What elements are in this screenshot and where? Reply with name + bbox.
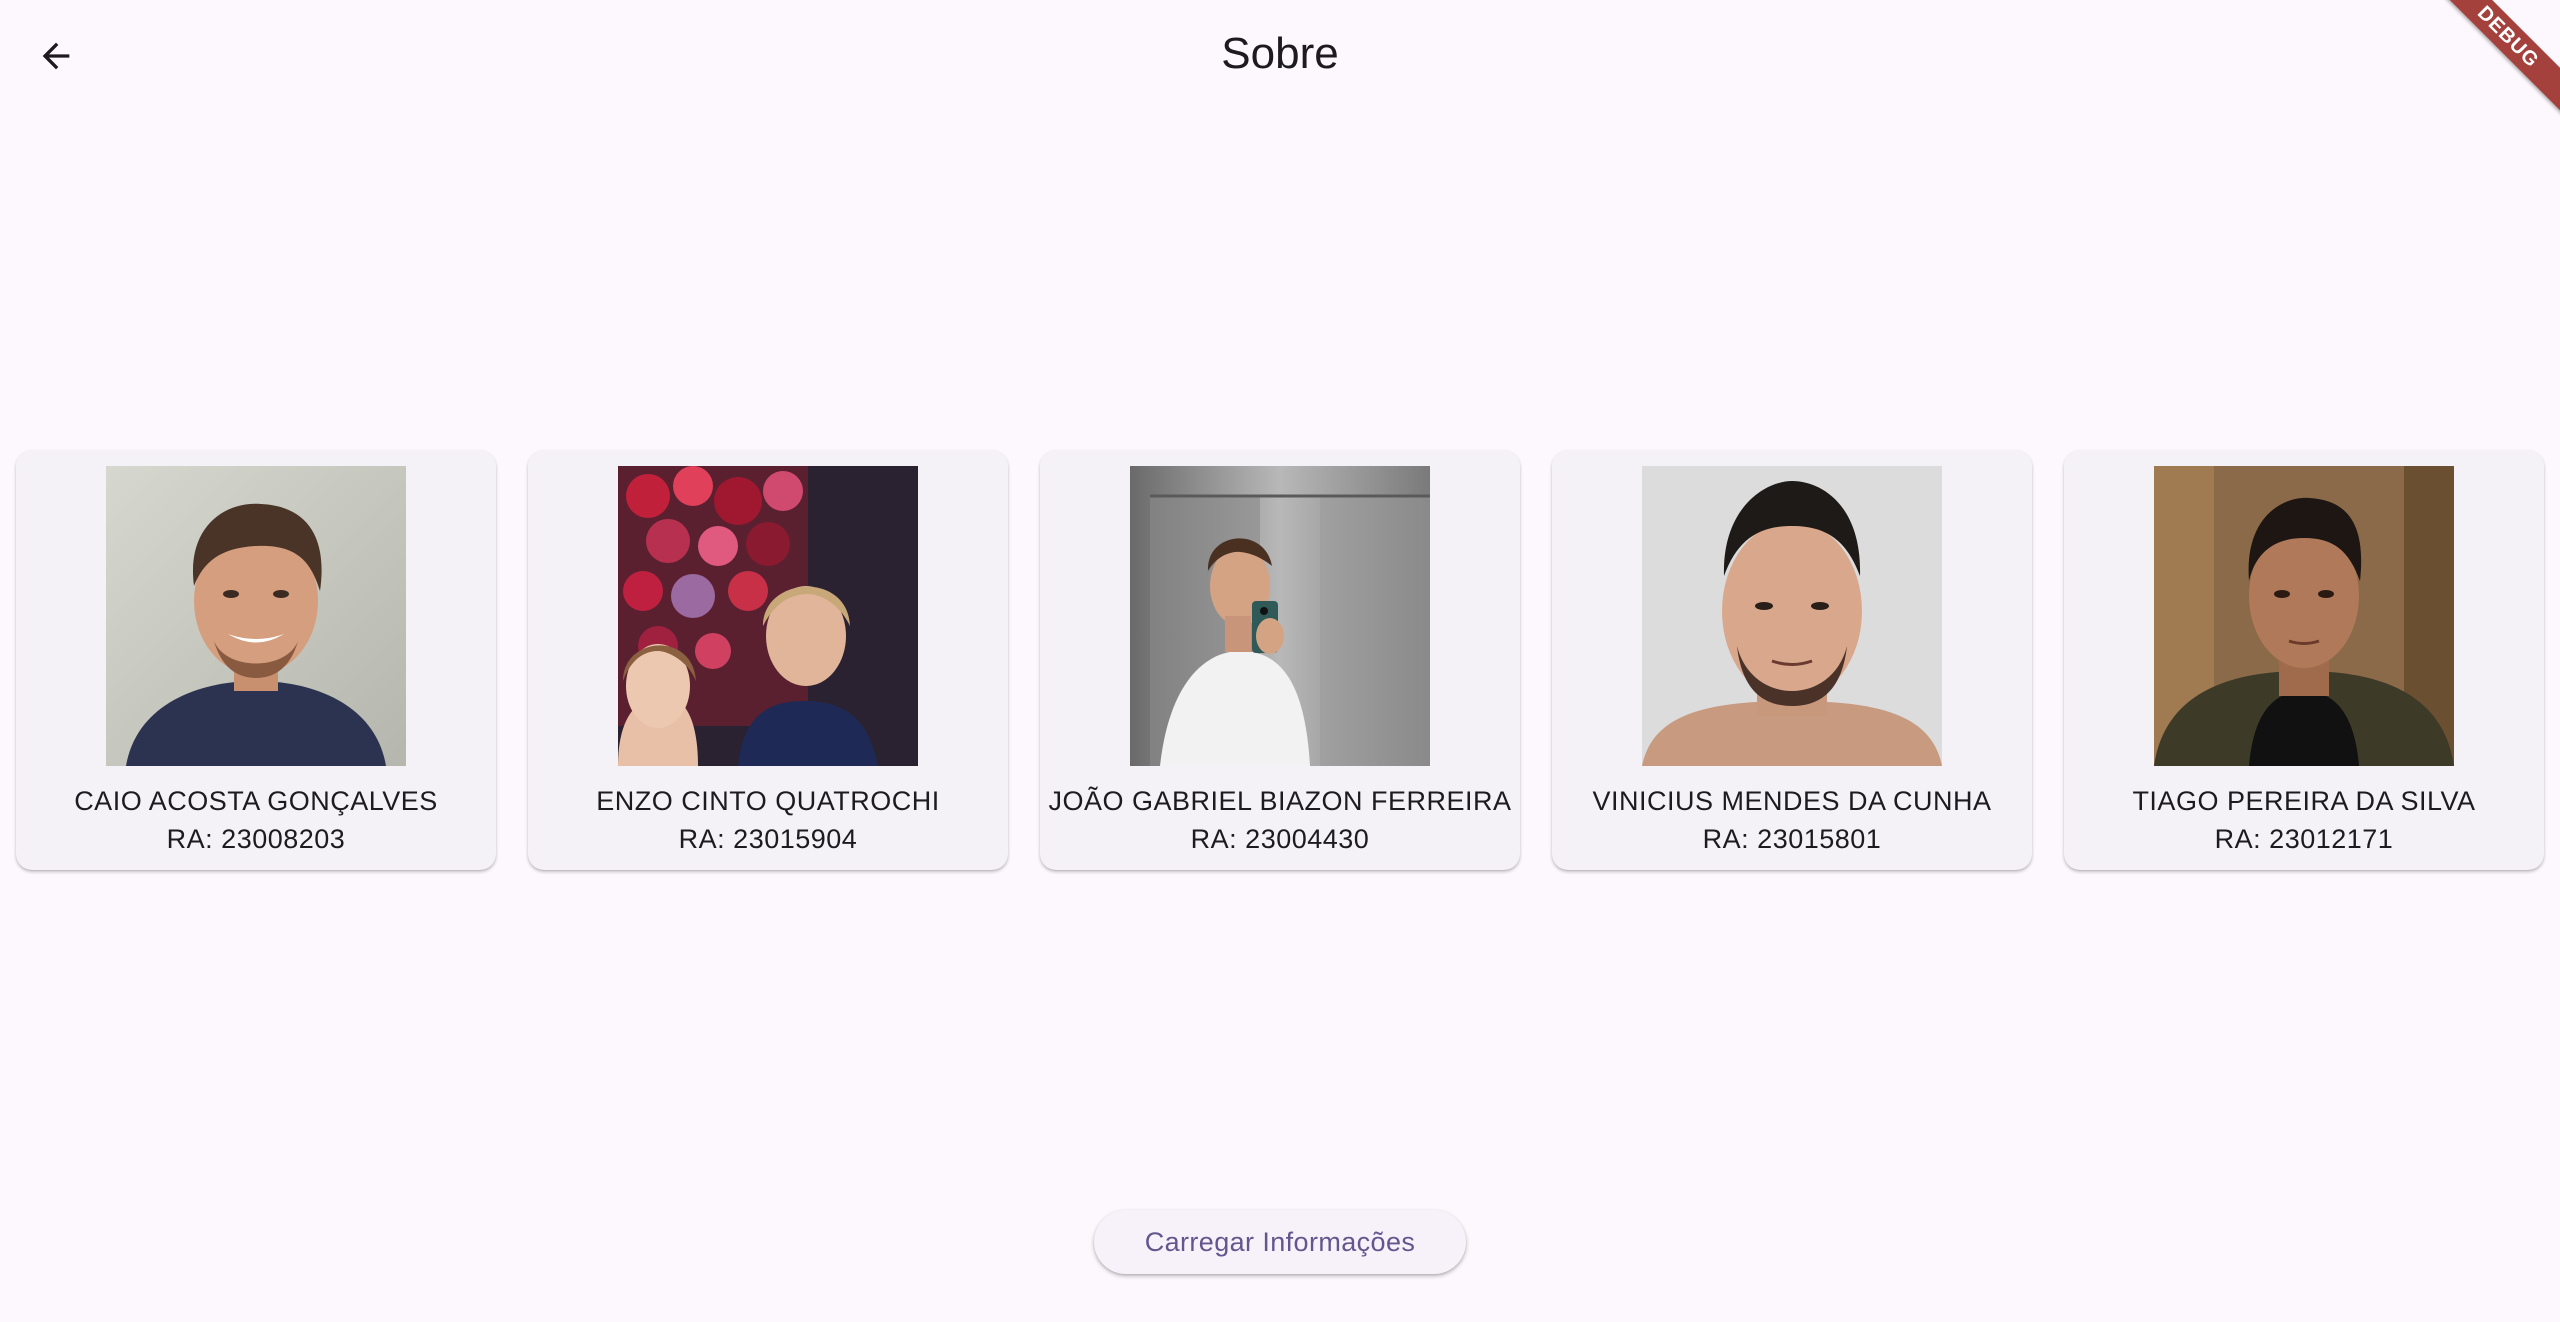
member-photo-image — [1130, 466, 1430, 766]
member-name: VINICIUS MENDES DA CUNHA — [1592, 786, 1992, 816]
member-name: JOÃO GABRIEL BIAZON FERREIRA — [1048, 786, 1512, 816]
member-card: JOÃO GABRIEL BIAZON FERREIRA RA: 2300443… — [1040, 450, 1520, 870]
member-photo-image — [1642, 466, 1942, 766]
members-list: CAIO ACOSTA GONÇALVES RA: 23008203 ENZO … — [16, 450, 2544, 874]
member-ra: RA: 23012171 — [2214, 824, 2394, 854]
member-photo — [2154, 466, 2454, 766]
member-photo-image — [618, 466, 918, 766]
page-title: Sobre — [1221, 29, 1339, 78]
app-bar: Sobre — [0, 0, 2560, 110]
about-screen: Sobre DEBUG CAIO ACOSTA GONÇALVES RA: 23… — [0, 0, 2560, 1322]
member-photo-image — [2154, 466, 2454, 766]
member-photo — [1642, 466, 1942, 766]
member-photo — [1130, 466, 1430, 766]
member-ra: RA: 23015801 — [1702, 824, 1882, 854]
member-ra: RA: 23015904 — [678, 824, 858, 854]
member-ra: RA: 23004430 — [1190, 824, 1370, 854]
member-card: TIAGO PEREIRA DA SILVA RA: 23012171 — [2064, 450, 2544, 870]
member-photo-image — [106, 466, 406, 766]
member-card: ENZO CINTO QUATROCHI RA: 23015904 — [528, 450, 1008, 870]
load-info-button[interactable]: Carregar Informações — [1094, 1210, 1466, 1274]
member-name: TIAGO PEREIRA DA SILVA — [2132, 786, 2476, 816]
member-photo — [618, 466, 918, 766]
member-card: VINICIUS MENDES DA CUNHA RA: 23015801 — [1552, 450, 2032, 870]
member-ra: RA: 23008203 — [166, 824, 346, 854]
member-card: CAIO ACOSTA GONÇALVES RA: 23008203 — [16, 450, 496, 870]
member-photo — [106, 466, 406, 766]
member-name: ENZO CINTO QUATROCHI — [596, 786, 940, 816]
member-name: CAIO ACOSTA GONÇALVES — [74, 786, 438, 816]
